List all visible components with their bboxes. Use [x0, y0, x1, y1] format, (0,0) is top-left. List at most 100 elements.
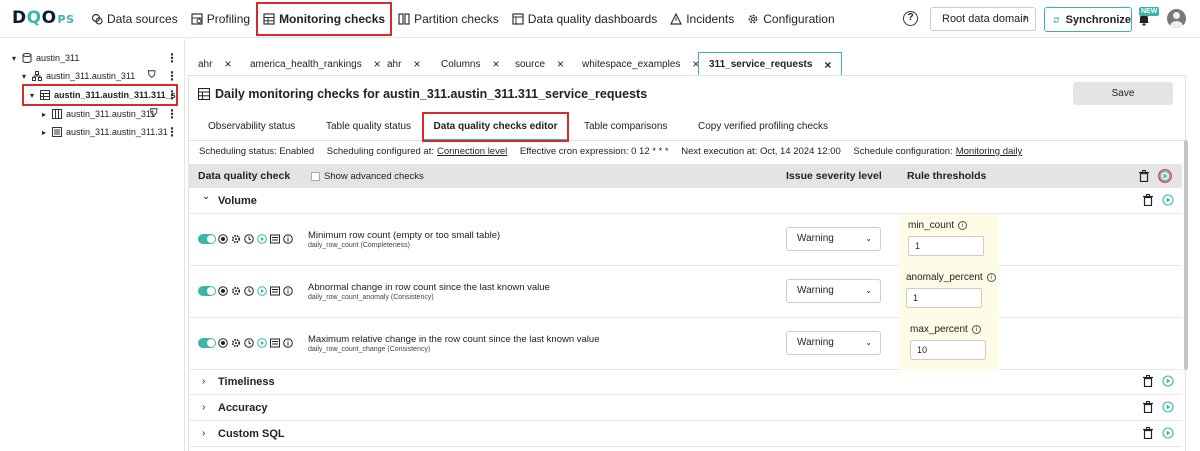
more-options-icon[interactable]: ⋮	[166, 52, 178, 64]
threshold-input[interactable]: 1	[908, 236, 984, 256]
tab-table-quality-status[interactable]: Table quality status	[326, 113, 411, 141]
save-button[interactable]: Save	[1073, 82, 1173, 105]
category-volume[interactable]: ⌄ Volume	[188, 188, 1182, 214]
editor-tab-america-health-rankings[interactable]: america_health_rankings ×	[250, 52, 381, 76]
clock-icon[interactable]	[244, 234, 254, 244]
root-data-domain-selector[interactable]: Root data domain ›	[930, 7, 1036, 31]
tree-item-columns[interactable]: ▸ austin_311.austin_311	[42, 105, 155, 123]
close-icon[interactable]: ×	[492, 57, 499, 71]
severity-select[interactable]: Warning ⌄	[786, 227, 881, 251]
expand-toggle[interactable]: ▾	[30, 91, 40, 100]
expand-toggle[interactable]: ▸	[42, 128, 52, 137]
tree-item-connection[interactable]: ▾ austin_311	[12, 49, 79, 67]
close-icon[interactable]: ×	[374, 57, 381, 71]
advanced-checkbox[interactable]	[311, 172, 320, 181]
more-options-icon[interactable]: ⋮	[166, 108, 178, 120]
info-icon[interactable]: i	[958, 221, 968, 230]
more-options-icon[interactable]: ⋮	[166, 126, 178, 138]
trash-icon[interactable]	[1138, 170, 1150, 182]
tab-copy-verified-profiling-checks[interactable]: Copy verified profiling checks	[698, 113, 828, 141]
chevron-right-icon[interactable]: ›	[202, 376, 205, 387]
expand-toggle[interactable]: ▸	[42, 110, 52, 119]
filter-icon[interactable]: ⛉	[150, 108, 158, 120]
check-enabled-toggle[interactable]	[198, 234, 216, 244]
close-icon[interactable]: ×	[224, 57, 231, 71]
check-enabled-toggle[interactable]	[198, 338, 216, 348]
run-icon[interactable]	[257, 234, 267, 244]
editor-tab-whitespace-examples[interactable]: whitespace_examples ×	[582, 52, 699, 76]
results-list-icon[interactable]	[270, 286, 280, 296]
editor-tab-ahr-2[interactable]: ahr ×	[387, 52, 420, 76]
nav-data-sources[interactable]: Data sources	[86, 4, 183, 34]
tree-item-checks[interactable]: ▸ austin_311.austin_311.31	[42, 123, 168, 141]
threshold-input[interactable]: 10	[910, 340, 986, 360]
threshold-input[interactable]: 1	[906, 288, 982, 308]
results-list-icon[interactable]	[270, 234, 280, 244]
gear-icon[interactable]	[231, 286, 241, 296]
tree-item-table-selected[interactable]: ▾ austin_311.austin_311.311_s	[22, 84, 178, 106]
more-options-icon[interactable]: ⋮	[166, 70, 178, 82]
close-icon[interactable]: ×	[824, 58, 831, 72]
run-icon[interactable]	[1158, 169, 1172, 183]
gear-icon[interactable]	[231, 338, 241, 348]
run-icon[interactable]	[257, 338, 267, 348]
vertical-scrollbar[interactable]	[1184, 140, 1188, 370]
synchronize-button[interactable]: Synchronize	[1044, 7, 1132, 32]
results-list-icon[interactable]	[270, 338, 280, 348]
gear-icon[interactable]	[231, 234, 241, 244]
help-icon[interactable]: ?	[903, 11, 918, 26]
clock-icon[interactable]	[244, 286, 254, 296]
chevron-down-icon[interactable]: ⌄	[202, 191, 210, 202]
nav-incidents[interactable]: Incidents	[665, 4, 739, 34]
show-advanced-checks[interactable]: Show advanced checks	[311, 171, 424, 182]
info-icon[interactable]: i	[971, 325, 981, 334]
nav-monitoring-checks[interactable]: Monitoring checks	[256, 2, 393, 36]
editor-tab-311-service-requests[interactable]: 311_service_requests ×	[698, 52, 843, 76]
nav-data-quality-dashboards[interactable]: Data quality dashboards	[507, 4, 662, 34]
tree-item-schema[interactable]: ▾ austin_311.austin_311	[22, 67, 135, 85]
category-custom-sql[interactable]: › Custom SQL	[188, 421, 1182, 447]
tab-observability-status[interactable]: Observability status	[208, 113, 295, 141]
editor-tab-source[interactable]: source ×	[515, 52, 564, 76]
filter-icon[interactable]: ⛉	[148, 70, 156, 82]
tab-table-comparisons[interactable]: Table comparisons	[584, 113, 667, 141]
info-icon[interactable]	[283, 286, 293, 296]
more-options-icon[interactable]: ⋮	[166, 89, 178, 101]
nav-configuration[interactable]: Configuration	[742, 4, 839, 34]
expand-toggle[interactable]: ▾	[22, 72, 32, 81]
info-icon[interactable]	[283, 234, 293, 244]
info-icon[interactable]	[283, 338, 293, 348]
run-icon[interactable]	[257, 286, 267, 296]
monitoring-daily-link[interactable]: Monitoring daily	[956, 146, 1023, 157]
close-icon[interactable]: ×	[413, 57, 420, 71]
connection-level-link[interactable]: Connection level	[437, 146, 507, 157]
run-icon[interactable]	[1162, 427, 1174, 439]
dqops-logo[interactable]: DQOPS	[12, 8, 75, 30]
chevron-right-icon[interactable]: ›	[202, 428, 205, 439]
editor-tab-ahr[interactable]: ahr ×	[198, 52, 231, 76]
close-icon[interactable]: ×	[557, 57, 564, 71]
expand-toggle[interactable]: ▾	[12, 54, 22, 63]
check-enabled-toggle[interactable]	[198, 286, 216, 296]
trash-icon[interactable]	[1142, 401, 1154, 413]
severity-select[interactable]: Warning ⌄	[786, 279, 881, 303]
record-icon[interactable]	[218, 234, 228, 244]
info-icon[interactable]: i	[986, 273, 996, 282]
chevron-right-icon[interactable]: ›	[202, 402, 205, 413]
record-icon[interactable]	[218, 286, 228, 296]
category-timeliness[interactable]: › Timeliness	[188, 369, 1182, 395]
category-accuracy[interactable]: › Accuracy	[188, 395, 1182, 421]
trash-icon[interactable]	[1142, 194, 1154, 206]
trash-icon[interactable]	[1142, 427, 1154, 439]
trash-icon[interactable]	[1142, 375, 1154, 387]
record-icon[interactable]	[218, 338, 228, 348]
severity-select[interactable]: Warning ⌄	[786, 331, 881, 355]
run-icon[interactable]	[1162, 375, 1174, 387]
avatar[interactable]	[1167, 9, 1186, 28]
tab-data-quality-checks-editor[interactable]: Data quality checks editor	[422, 112, 569, 142]
run-icon[interactable]	[1162, 401, 1174, 413]
nav-partition-checks[interactable]: Partition checks	[393, 4, 504, 34]
run-icon[interactable]	[1162, 194, 1174, 206]
editor-tab-columns[interactable]: Columns ×	[441, 52, 499, 76]
clock-icon[interactable]	[244, 338, 254, 348]
